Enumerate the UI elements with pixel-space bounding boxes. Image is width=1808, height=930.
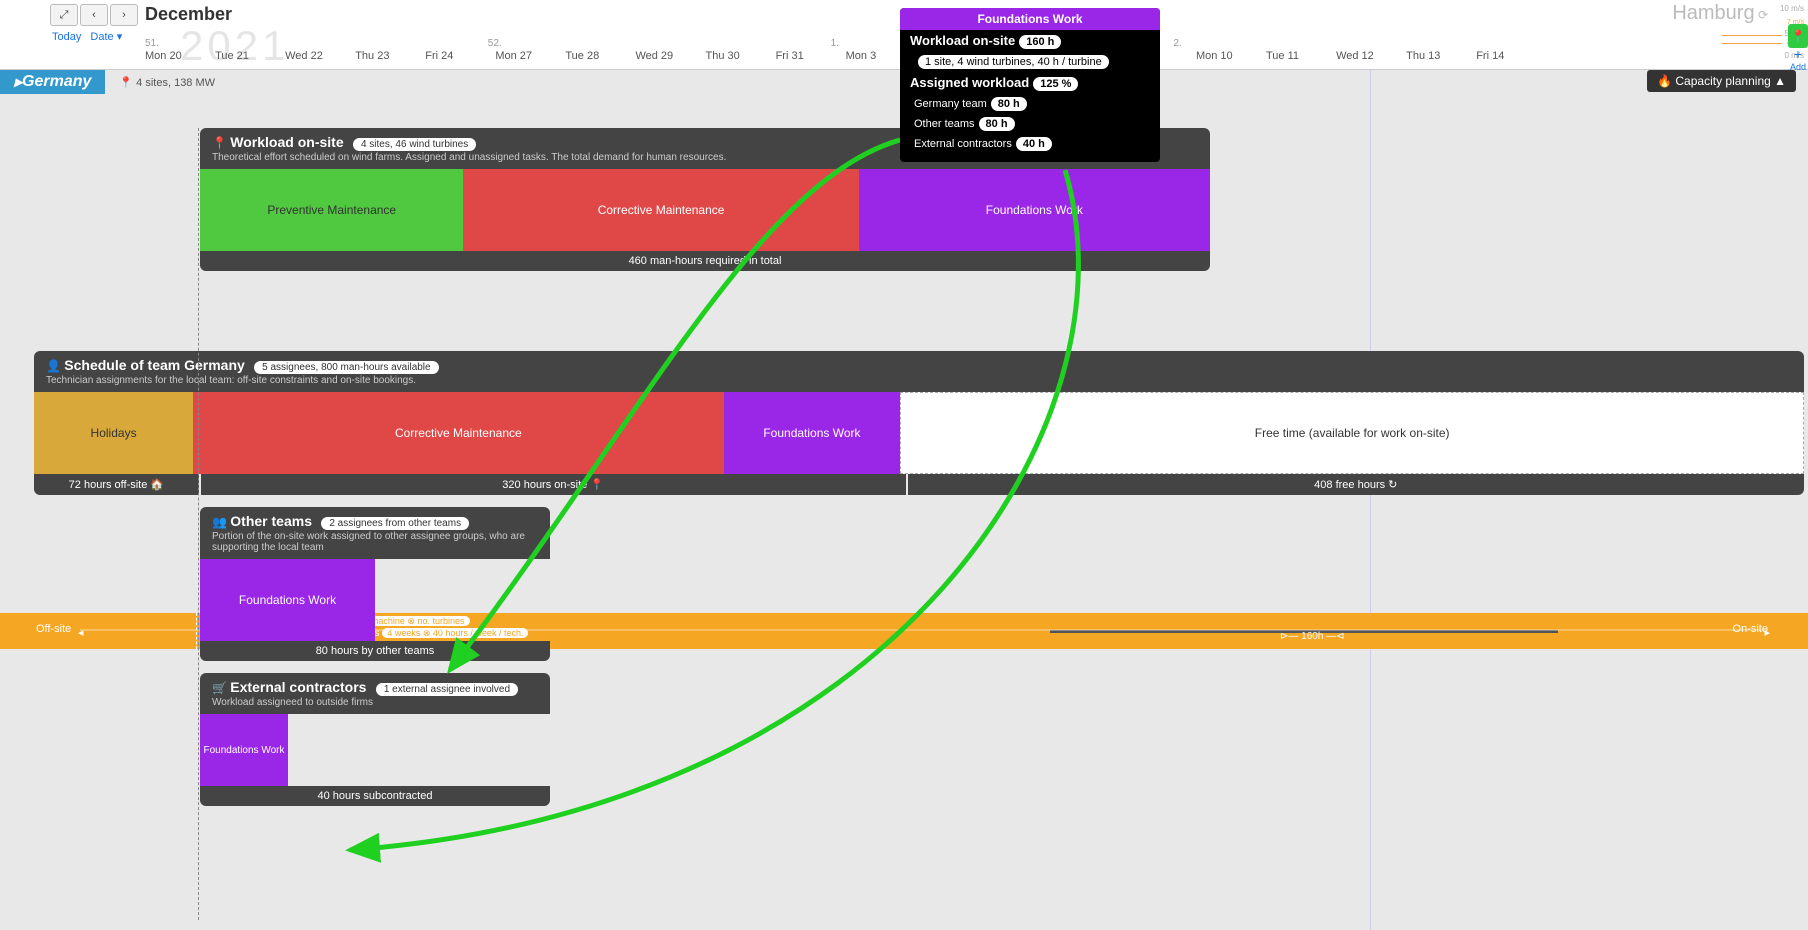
schedule-title: Schedule of team Germany bbox=[64, 357, 245, 373]
tooltip-title: Foundations Work bbox=[900, 8, 1160, 30]
workload-title: Workload on-site bbox=[230, 134, 343, 150]
day-cell: Fri 14 bbox=[1476, 50, 1543, 62]
day-cell: Fri 24 bbox=[425, 50, 492, 62]
schedule-footer-free: 408 free hours ↻ bbox=[908, 474, 1804, 495]
tooltip-workload-value: 160 h bbox=[1019, 35, 1061, 49]
schedule-sub: Technician assignments for the local tea… bbox=[46, 375, 1792, 386]
region-label: ▸ Germany bbox=[0, 70, 105, 94]
weather-city: Hamburg bbox=[1672, 2, 1754, 24]
date-picker[interactable]: Date ▾ bbox=[90, 31, 122, 43]
today-link[interactable]: Today bbox=[52, 31, 81, 43]
day-cell: Thu 23 bbox=[355, 50, 422, 62]
other-badge: 2 assignees from other teams bbox=[321, 517, 469, 530]
schedule-block-holidays[interactable]: Holidays bbox=[34, 392, 193, 474]
other-block-foundations[interactable]: Foundations Work bbox=[200, 559, 375, 641]
contractors-title: External contractors bbox=[230, 679, 366, 695]
group-icon: 👥 bbox=[212, 515, 227, 529]
person-icon: 👤 bbox=[46, 359, 61, 373]
foundations-tooltip: Foundations Work Workload on-site 160 h 1… bbox=[900, 8, 1160, 162]
week-cell: 2. bbox=[1173, 38, 1513, 49]
cart-icon: 🛒 bbox=[212, 681, 227, 695]
region-sites: 📍 4 sites, 138 MW bbox=[105, 76, 215, 89]
day-cell: Tue 11 bbox=[1266, 50, 1333, 62]
day-cell: Mon 20 bbox=[145, 50, 212, 62]
other-teams-panel: 👥 Other teams 2 assignees from other tea… bbox=[200, 507, 550, 661]
day-cell: Mon 27 bbox=[495, 50, 562, 62]
day-cell: Wed 29 bbox=[635, 50, 702, 62]
add-button[interactable]: +Add bbox=[1790, 46, 1806, 72]
vertical-divider bbox=[198, 128, 199, 920]
week-cell: 51. bbox=[145, 38, 485, 49]
day-cell: Wed 12 bbox=[1336, 50, 1403, 62]
schedule-block-free[interactable]: Free time (available for work on-site) bbox=[900, 392, 1804, 474]
workload-block-corrective[interactable]: Corrective Maintenance bbox=[463, 169, 858, 251]
contractors-panel: 🛒 External contractors 1 external assign… bbox=[200, 673, 550, 806]
capacity-planning-button[interactable]: 🔥 Capacity planning ▲ bbox=[1647, 70, 1796, 92]
day-cell: Mon 10 bbox=[1196, 50, 1263, 62]
location-add-icon[interactable]: 📍 bbox=[1788, 24, 1808, 48]
tooltip-assigned-label: Assigned workload bbox=[910, 75, 1029, 90]
day-cell: Fri 31 bbox=[776, 50, 843, 62]
tooltip-external-val: 40 h bbox=[1016, 137, 1052, 151]
slider-value: ⊳— 160h —⊲ bbox=[1280, 631, 1345, 642]
schedule-badge: 5 assignees, 800 man-hours available bbox=[254, 361, 438, 374]
tooltip-external: External contractors bbox=[914, 138, 1012, 150]
contractors-sub: Workload assigneed to outside firms bbox=[212, 697, 538, 708]
expand-button[interactable]: ⤢ bbox=[50, 4, 78, 26]
workload-footer: 460 man-hours required in total bbox=[200, 251, 1210, 271]
day-cell: Wed 22 bbox=[285, 50, 352, 62]
contractors-footer: 40 hours subcontracted bbox=[200, 786, 550, 806]
schedule-footer-onsite: 320 hours on-site 📍 bbox=[201, 474, 906, 495]
contractors-block-foundations[interactable]: Foundations Work bbox=[200, 714, 288, 786]
other-title: Other teams bbox=[230, 513, 312, 529]
next-button[interactable]: › bbox=[110, 4, 138, 26]
tooltip-germany-team: Germany team bbox=[914, 98, 987, 110]
contractors-badge: 1 external assignee involved bbox=[376, 683, 518, 696]
schedule-footer-offsite: 72 hours off-site 🏠 bbox=[34, 474, 199, 495]
other-sub: Portion of the on-site work assigned to … bbox=[212, 531, 538, 553]
day-cell: Tue 21 bbox=[215, 50, 282, 62]
pin-icon: 📍 bbox=[212, 136, 227, 150]
other-footer: 80 hours by other teams bbox=[200, 641, 550, 661]
day-cell: Tue 28 bbox=[565, 50, 632, 62]
day-cell: Thu 30 bbox=[706, 50, 773, 62]
tooltip-workload-detail: 1 site, 4 wind turbines, 40 h / turbine bbox=[918, 55, 1109, 69]
workload-block-foundations[interactable]: Foundations Work bbox=[859, 169, 1210, 251]
schedule-block-corrective[interactable]: Corrective Maintenance bbox=[193, 392, 723, 474]
schedule-block-foundations[interactable]: Foundations Work bbox=[724, 392, 901, 474]
workload-block-preventive[interactable]: Preventive Maintenance bbox=[200, 169, 463, 251]
week-cell: 52. bbox=[488, 38, 828, 49]
schedule-panel: 👤 Schedule of team Germany 5 assignees, … bbox=[34, 351, 1804, 495]
workload-badge: 4 sites, 46 wind turbines bbox=[353, 138, 476, 151]
weather-widget: Hamburg ⟳ bbox=[1672, 2, 1768, 25]
tooltip-other-teams: Other teams bbox=[914, 118, 975, 130]
tooltip-germany-val: 80 h bbox=[991, 97, 1027, 111]
day-cell: Thu 13 bbox=[1406, 50, 1473, 62]
offsite-label: Off-site bbox=[36, 623, 71, 635]
tooltip-assigned-value: 125 % bbox=[1033, 77, 1078, 91]
tooltip-workload-label: Workload on-site bbox=[910, 33, 1015, 48]
wind-mark: 10 m/s bbox=[1780, 4, 1804, 13]
prev-button[interactable]: ‹ bbox=[80, 4, 108, 26]
tooltip-other-val: 80 h bbox=[979, 117, 1015, 131]
